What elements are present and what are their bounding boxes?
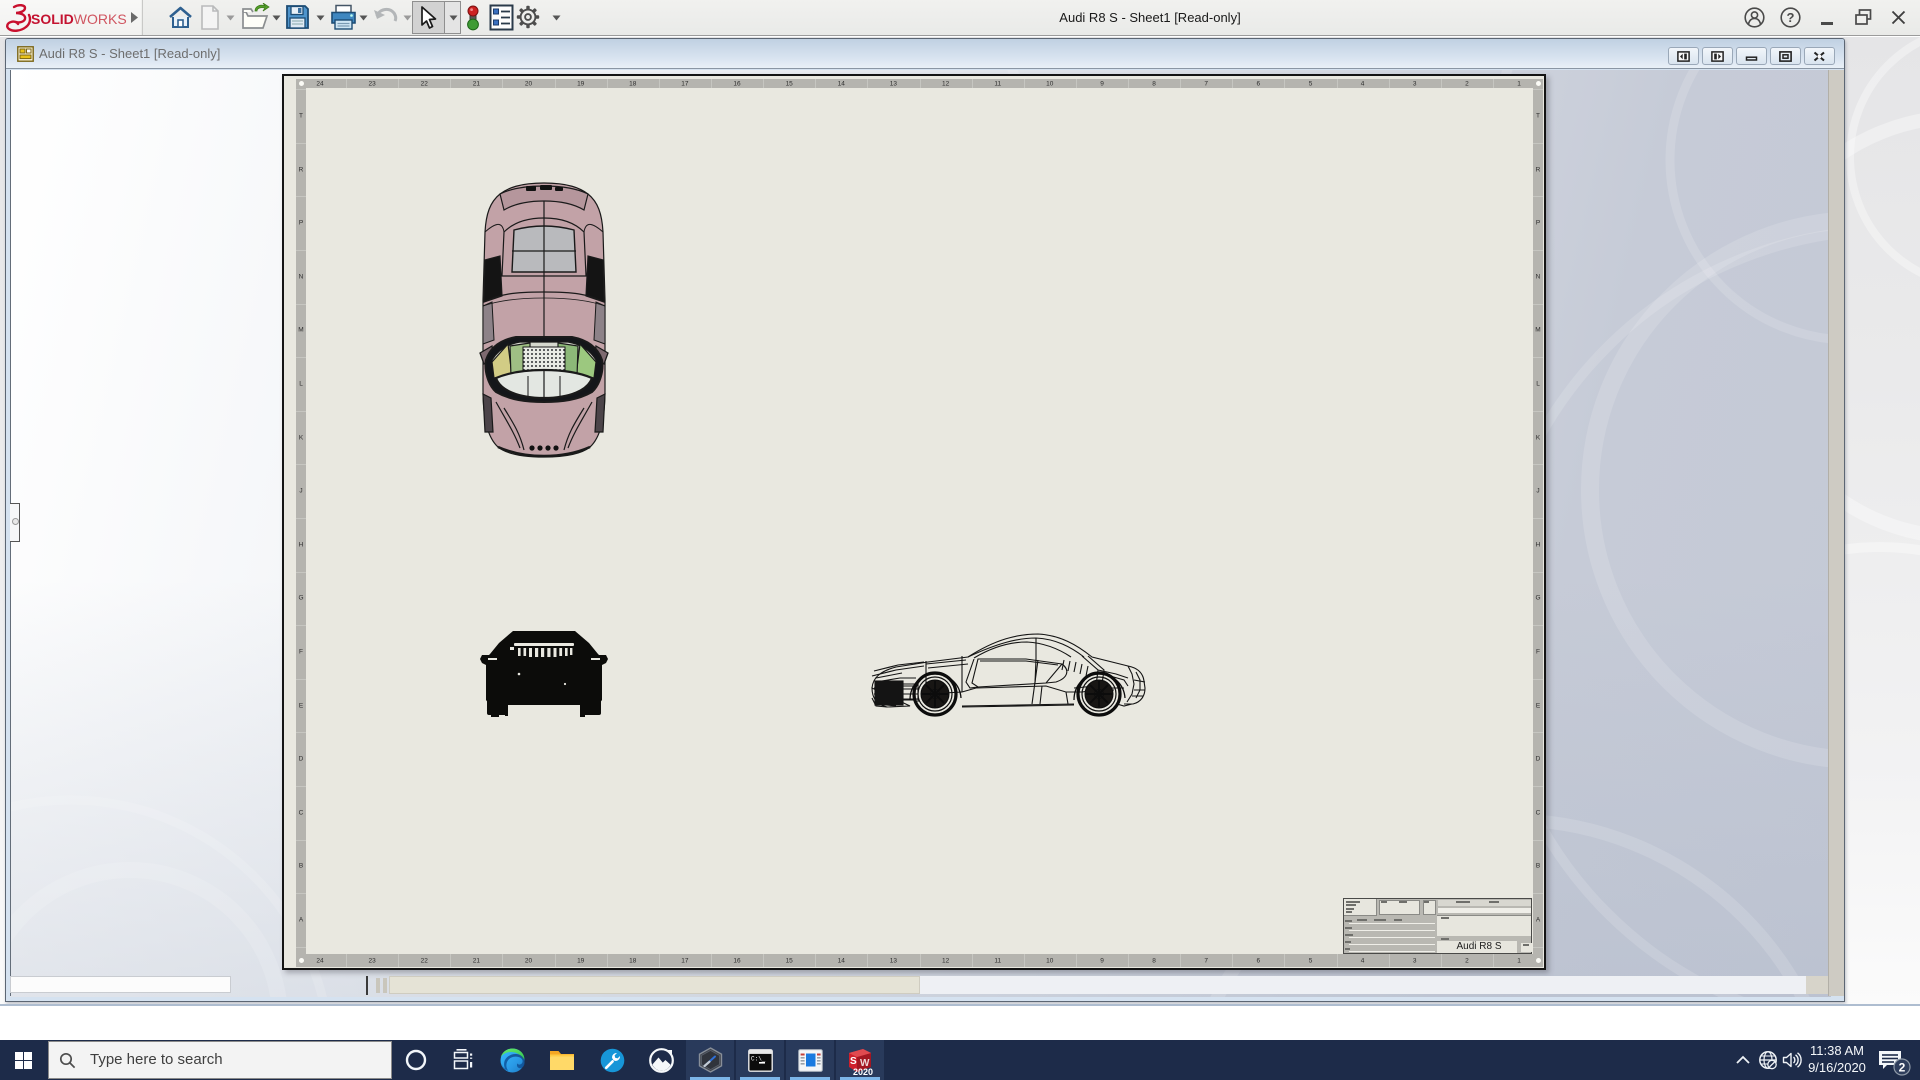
svg-text:C:\_: C:\_ xyxy=(751,1056,766,1063)
svg-text:?: ? xyxy=(1787,10,1795,25)
svg-text:2: 2 xyxy=(1899,1061,1906,1075)
svg-text:2020: 2020 xyxy=(853,1067,873,1076)
svg-text:S: S xyxy=(850,1056,857,1067)
